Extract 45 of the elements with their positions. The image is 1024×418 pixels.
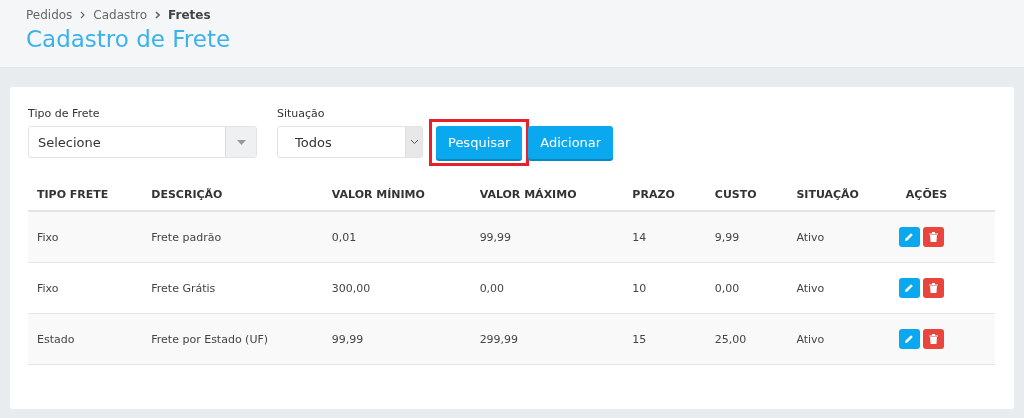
chevron-right-icon	[80, 11, 86, 19]
table-cell: Frete por Estado (UF)	[142, 313, 323, 365]
table-cell: Ativo	[787, 211, 897, 263]
trash-icon	[928, 334, 938, 344]
breadcrumb-item[interactable]: Pedidos	[26, 8, 73, 22]
table-cell: Fixo	[28, 211, 143, 263]
field-label: Tipo de Frete	[28, 107, 101, 120]
table-cell: 99,99	[470, 211, 624, 263]
table-cell: 14	[623, 211, 706, 263]
table-cell: 99,99	[322, 313, 471, 365]
edit-button[interactable]	[898, 329, 920, 349]
chevron-down-icon	[409, 139, 419, 145]
page-title: Cadastro de Frete	[26, 26, 232, 52]
breadcrumb-item[interactable]: Cadastro	[93, 8, 148, 22]
table-cell: 0,00	[705, 262, 788, 314]
pencil-icon	[904, 334, 915, 344]
table-cell: 25,00	[705, 313, 788, 365]
caret-down-icon	[236, 139, 246, 145]
edit-button[interactable]	[898, 278, 920, 298]
select-field[interactable]: Todos	[277, 126, 423, 158]
table-cell: Ativo	[787, 262, 897, 314]
table-cell: Frete Grátis	[142, 262, 323, 314]
table-cell: 299,99	[470, 313, 624, 365]
pencil-icon	[904, 283, 915, 293]
select-field[interactable]: Selecione	[28, 126, 257, 158]
trash-icon	[928, 232, 938, 242]
table-cell: 15	[623, 313, 706, 365]
delete-button[interactable]	[922, 329, 944, 349]
field-label: Situação	[277, 107, 326, 120]
pencil-icon	[904, 232, 915, 242]
breadcrumb-item: Fretes	[168, 8, 211, 22]
edit-button[interactable]	[898, 227, 920, 247]
table-cell: 300,00	[322, 262, 471, 314]
table-cell: 0,01	[322, 211, 471, 263]
table-cell: Frete padrão	[142, 211, 323, 263]
table-cell: 0,00	[470, 262, 624, 314]
delete-button[interactable]	[922, 278, 944, 298]
table-cell: Estado	[28, 313, 143, 365]
trash-icon	[928, 283, 938, 293]
table-cell: 10	[623, 262, 706, 314]
chevron-right-icon	[155, 11, 161, 19]
table-cell: Fixo	[28, 262, 143, 314]
table-cell: 9,99	[705, 211, 788, 263]
table-cell: Ativo	[787, 313, 897, 365]
delete-button[interactable]	[922, 227, 944, 247]
